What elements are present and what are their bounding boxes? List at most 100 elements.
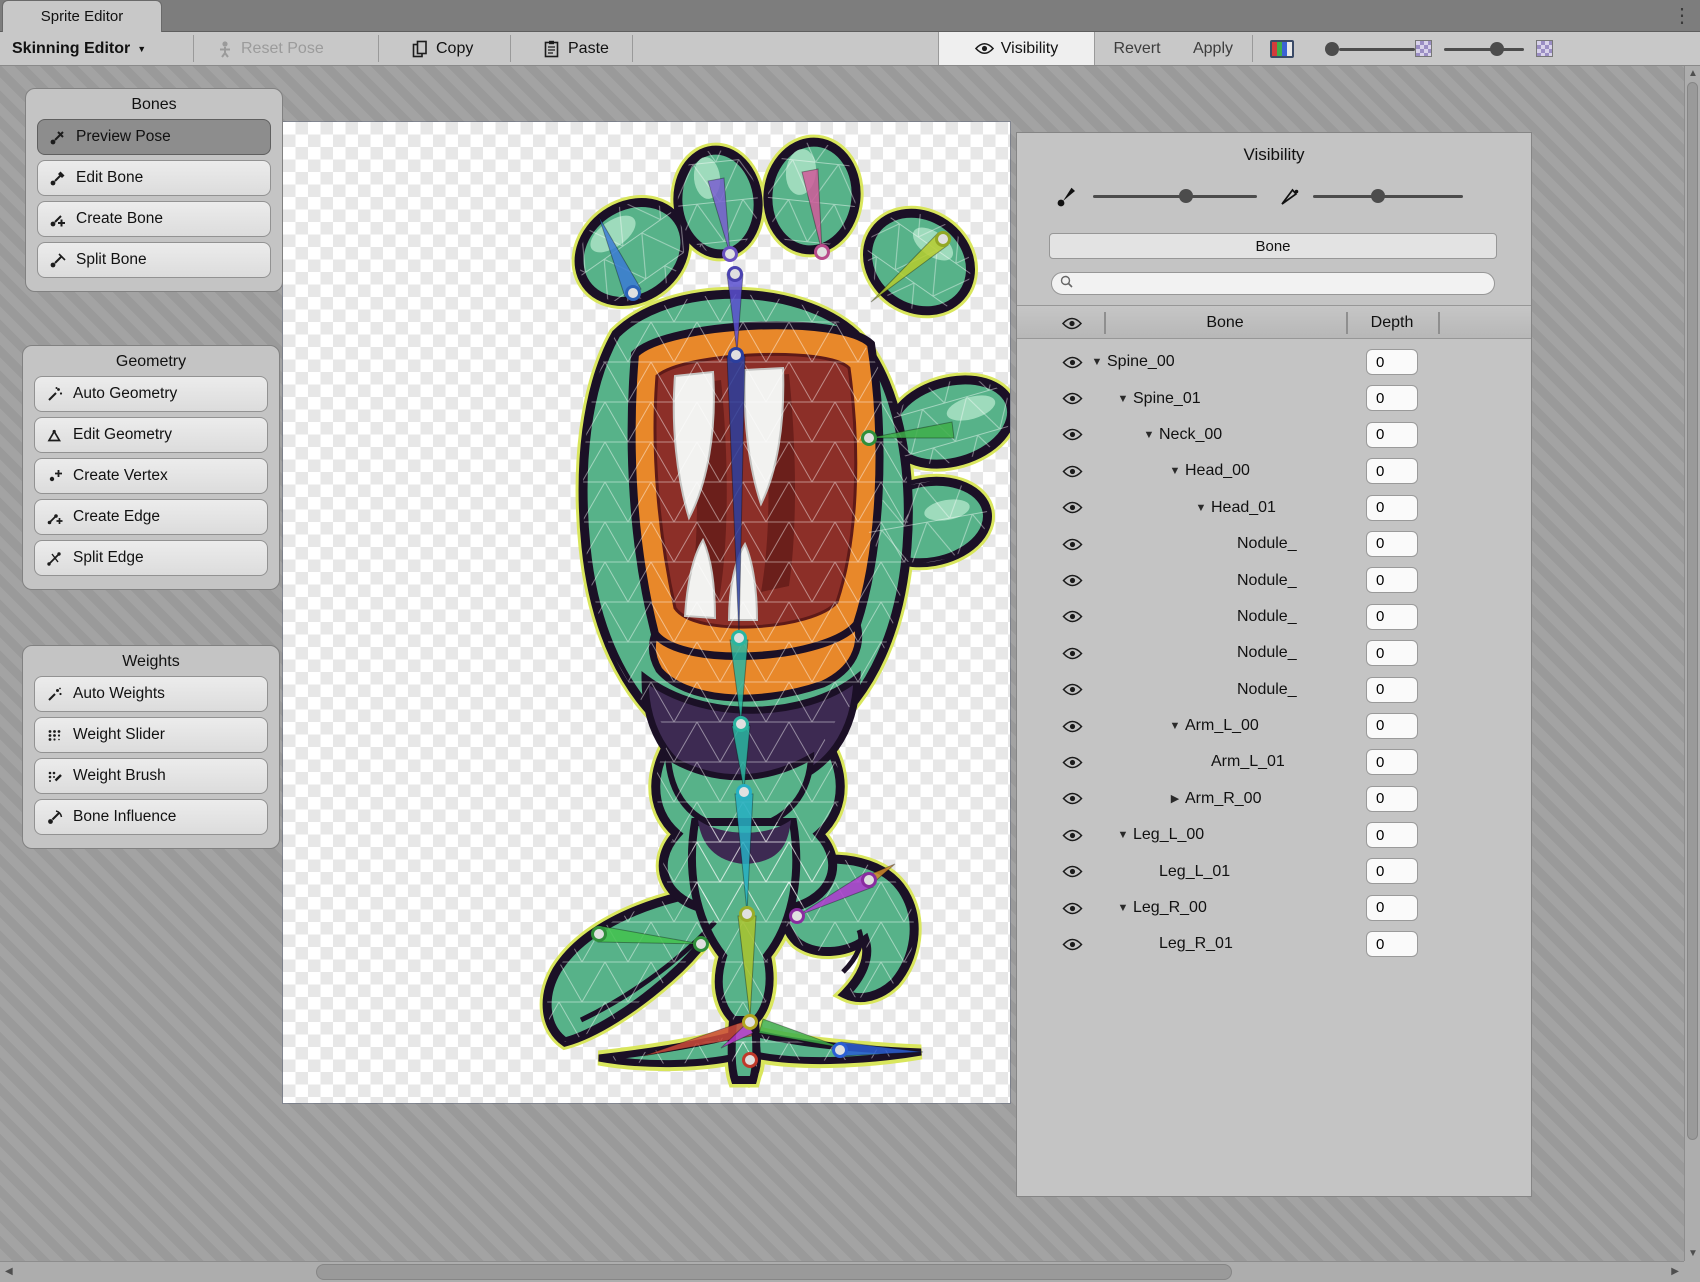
bone-row[interactable]: Nodule_ [1017,562,1531,598]
bone-row-label[interactable]: Nodule_ [1237,535,1297,553]
revert-button[interactable]: Revert [1098,32,1176,65]
bone-influence-button[interactable]: Bone Influence [34,799,268,835]
depth-input[interactable] [1366,822,1418,848]
scroll-down-arrow[interactable]: ▼ [1688,1248,1698,1259]
sprite-canvas[interactable] [283,122,1010,1103]
edit-geometry-button[interactable]: Edit Geometry [34,417,268,453]
visibility-eye-icon[interactable] [1057,683,1087,696]
window-menu-icon[interactable]: ⋮ [1672,2,1692,30]
bone-row[interactable]: Nodule_ [1017,635,1531,671]
depth-input[interactable] [1366,895,1418,921]
mode-dropdown[interactable]: Skinning Editor ▼ [2,32,156,65]
header-bone[interactable]: Bone [1104,306,1346,340]
bone-row[interactable]: ▼ Arm_L_00 [1017,708,1531,744]
bone-row[interactable]: Nodule_ [1017,526,1531,562]
create-vertex-button[interactable]: Create Vertex [34,458,268,494]
bone-row-label[interactable]: Leg_L_00 [1133,826,1204,844]
depth-input[interactable] [1366,531,1418,557]
zoom-slider-track[interactable] [1339,48,1415,51]
auto-weights-button[interactable]: Auto Weights [34,676,268,712]
depth-input[interactable] [1366,422,1418,448]
visibility-eye-icon[interactable] [1057,428,1087,441]
bone-tab[interactable]: Bone [1049,233,1497,259]
reset-pose-button[interactable]: Reset Pose [205,32,334,65]
visibility-eye-icon[interactable] [1057,538,1087,551]
bone-row-label[interactable]: Neck_00 [1159,426,1222,444]
bone-row[interactable]: ▼ Spine_00 [1017,344,1531,380]
depth-input[interactable] [1366,677,1418,703]
visibility-eye-icon[interactable] [1057,756,1087,769]
bone-row[interactable]: Leg_R_01 [1017,926,1531,962]
visibility-eye-icon[interactable] [1057,902,1087,915]
visibility-eye-icon[interactable] [1057,610,1087,623]
sprite-editor-tab[interactable]: Sprite Editor [2,0,162,32]
auto-geometry-button[interactable]: Auto Geometry [34,376,268,412]
bone-row-label[interactable]: Arm_L_00 [1185,717,1259,735]
depth-input[interactable] [1366,640,1418,666]
horizontal-scrollbar-thumb[interactable] [316,1264,1232,1280]
horizontal-scrollbar[interactable]: ◀ ▶ [0,1261,1684,1282]
bone-row[interactable]: Nodule_ [1017,599,1531,635]
bone-row-label[interactable]: Arm_R_00 [1185,790,1261,808]
bone-row[interactable]: ▼ Leg_R_00 [1017,890,1531,926]
create-edge-button[interactable]: Create Edge [34,499,268,535]
color-channels-button[interactable] [1260,32,1304,65]
edit-bone-button[interactable]: Edit Bone [37,160,271,196]
depth-input[interactable] [1366,786,1418,812]
header-depth[interactable]: Depth [1346,306,1438,340]
scroll-left-arrow[interactable]: ◀ [5,1266,13,1277]
foldout-icon[interactable]: ▼ [1165,465,1185,477]
bone-row[interactable]: Nodule_ [1017,672,1531,708]
create-bone-button[interactable]: Create Bone [37,201,271,237]
bone-search-field[interactable] [1051,272,1495,295]
bone-row-label[interactable]: Arm_L_01 [1211,753,1285,771]
bone-row-label[interactable]: Spine_00 [1107,353,1175,371]
bone-opacity-slider-knob[interactable] [1179,189,1193,203]
foldout-icon[interactable]: ▼ [1165,720,1185,732]
visibility-eye-icon[interactable] [1057,938,1087,951]
paste-button[interactable]: Paste [532,32,619,65]
header-eye-icon[interactable] [1057,306,1087,340]
bone-row[interactable]: ▼ Neck_00 [1017,417,1531,453]
visibility-eye-icon[interactable] [1057,392,1087,405]
visibility-eye-icon[interactable] [1057,356,1087,369]
depth-input[interactable] [1366,604,1418,630]
split-bone-button[interactable]: Split Bone [37,242,271,278]
mesh-opacity-slider-knob[interactable] [1371,189,1385,203]
bone-row[interactable]: Arm_L_01 [1017,744,1531,780]
split-edge-button[interactable]: Split Edge [34,540,268,576]
depth-input[interactable] [1366,349,1418,375]
bone-row-label[interactable]: Nodule_ [1237,644,1297,662]
bone-row-label[interactable]: Leg_L_01 [1159,863,1230,881]
visibility-eye-icon[interactable] [1057,647,1087,660]
vertical-scrollbar[interactable]: ▲ ▼ [1684,66,1700,1261]
depth-input[interactable] [1366,458,1418,484]
depth-input[interactable] [1366,858,1418,884]
visibility-eye-icon[interactable] [1057,501,1087,514]
bone-row-label[interactable]: Nodule_ [1237,572,1297,590]
foldout-icon[interactable]: ▼ [1113,902,1133,914]
bone-row-label[interactable]: Head_01 [1211,499,1276,517]
bone-row[interactable]: Leg_L_01 [1017,853,1531,889]
weight-slider-button[interactable]: Weight Slider [34,717,268,753]
bone-row-label[interactable]: Spine_01 [1133,390,1201,408]
visibility-eye-icon[interactable] [1057,720,1087,733]
weight-brush-button[interactable]: Weight Brush [34,758,268,794]
visibility-eye-icon[interactable] [1057,865,1087,878]
bone-row-label[interactable]: Nodule_ [1237,681,1297,699]
scroll-right-arrow[interactable]: ▶ [1671,1266,1679,1277]
bone-row-label[interactable]: Nodule_ [1237,608,1297,626]
foldout-icon[interactable]: ▶ [1165,792,1185,805]
depth-input[interactable] [1366,567,1418,593]
zoom-slider-knob[interactable] [1325,42,1339,56]
bone-opacity-slider-track[interactable] [1093,195,1257,198]
mip-slider-knob[interactable] [1490,42,1504,56]
bone-row-label[interactable]: Leg_R_00 [1133,899,1207,917]
bone-row-label[interactable]: Head_00 [1185,462,1250,480]
visibility-eye-icon[interactable] [1057,792,1087,805]
bone-row[interactable]: ▼ Spine_01 [1017,380,1531,416]
depth-input[interactable] [1366,713,1418,739]
bone-row[interactable]: ▼ Head_01 [1017,490,1531,526]
foldout-icon[interactable]: ▼ [1139,429,1159,441]
depth-input[interactable] [1366,931,1418,957]
